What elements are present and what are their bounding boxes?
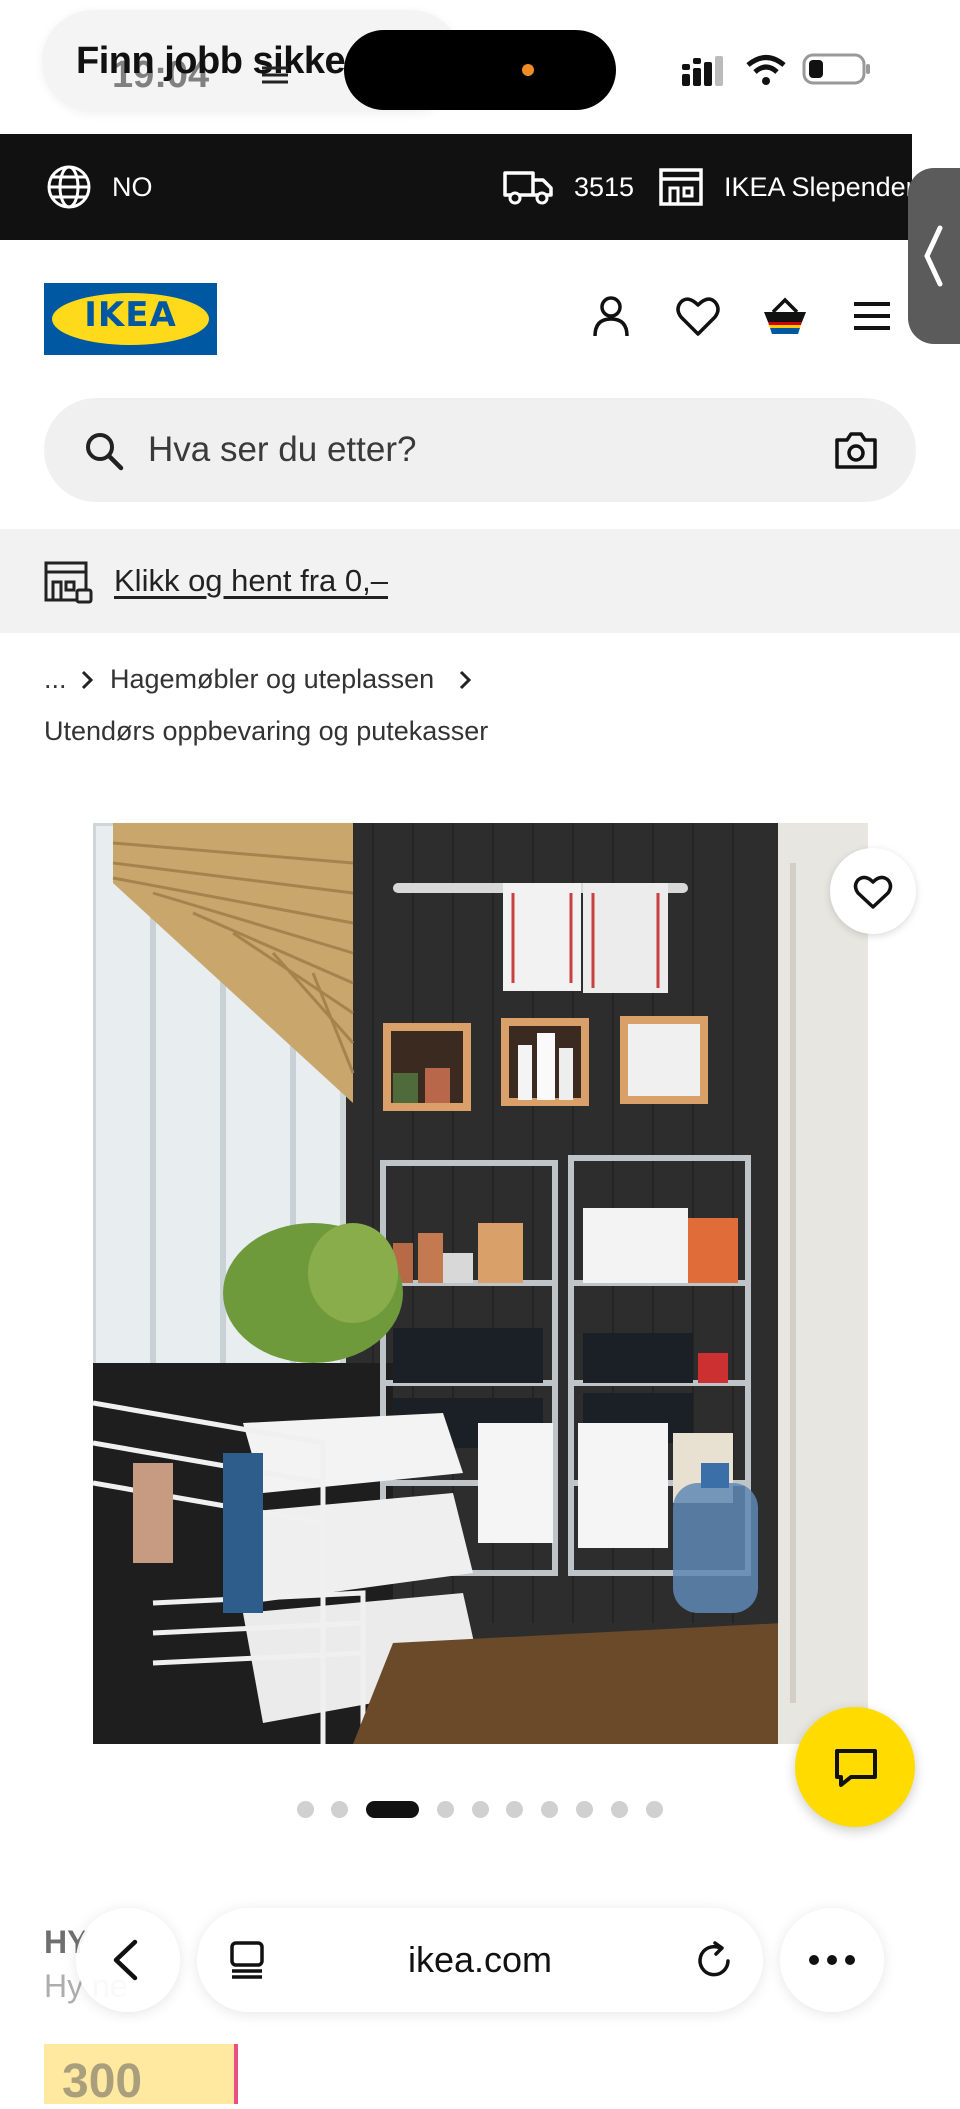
hamburger-menu-icon[interactable] — [848, 292, 896, 340]
carousel-dot[interactable] — [437, 1801, 454, 1818]
chat-bubble-icon — [835, 1749, 877, 1787]
cellular-signal-icon — [682, 56, 723, 86]
browser-back-button[interactable] — [76, 1908, 180, 2012]
carousel-dot-active[interactable] — [366, 1801, 419, 1818]
delivery-truck-icon — [503, 171, 553, 205]
click-collect-store-icon — [44, 561, 93, 604]
carousel-dot[interactable] — [576, 1801, 593, 1818]
carousel-dot[interactable] — [472, 1801, 489, 1818]
chevron-left-icon — [924, 225, 943, 287]
search-bar[interactable]: Hva ser du etter? — [44, 398, 916, 502]
status-bar: 19:04 Finn jobb sikker — [0, 0, 960, 134]
language-label: NO — [112, 171, 153, 202]
ikea-logo[interactable]: IKEA — [44, 283, 217, 355]
postcode-label: 3515 — [574, 171, 635, 202]
menu-lines-icon — [262, 66, 288, 84]
carousel-dot[interactable] — [331, 1801, 348, 1818]
shopping-bag-icon[interactable] — [761, 292, 809, 340]
wifi-icon — [746, 55, 786, 85]
carousel-dot[interactable] — [506, 1801, 523, 1818]
store-label: IKEA Slependen — [724, 171, 921, 202]
battery-icon — [802, 53, 870, 85]
product-image[interactable] — [93, 823, 868, 1744]
dynamic-island — [344, 30, 616, 110]
breadcrumb-ellipsis[interactable]: ... — [44, 664, 67, 695]
top-bar: NO 3515 IKEA Slependen — [0, 134, 921, 240]
side-panel-handle[interactable] — [908, 168, 960, 344]
carousel-pagination — [0, 1798, 960, 1818]
address-bar[interactable]: ikea.com — [197, 1908, 763, 2012]
store-icon — [659, 168, 703, 206]
camera-icon[interactable] — [834, 430, 878, 470]
store-selector[interactable]: IKEA Slependen — [658, 134, 921, 240]
heart-icon — [853, 875, 893, 909]
chevron-right-icon — [81, 670, 94, 690]
search-icon — [86, 433, 124, 471]
carousel-dot[interactable] — [541, 1801, 558, 1818]
price-value: 300 — [62, 2055, 143, 2108]
browser-more-button[interactable] — [780, 1908, 884, 2012]
click-and-collect-link[interactable]: Klikk og hent fra 0,– — [114, 529, 388, 633]
delivery-postcode[interactable]: 3515 — [502, 134, 634, 240]
storage-room-illustration — [93, 823, 868, 1744]
notification-text: Finn jobb sikker — [76, 40, 360, 82]
url-text: ikea.com — [407, 1939, 553, 1980]
globe-icon — [47, 165, 91, 209]
product-price: 300 — [44, 2044, 238, 2108]
chevron-left-icon — [113, 1939, 138, 1981]
carousel-dot[interactable] — [297, 1801, 314, 1818]
chevron-right-icon — [459, 670, 472, 690]
add-to-favourites-button[interactable] — [830, 848, 916, 934]
breadcrumb-current[interactable]: Utendørs oppbevaring og putekasser — [44, 716, 488, 747]
profile-icon[interactable] — [587, 292, 635, 340]
carousel-dot[interactable] — [646, 1801, 663, 1818]
click-and-collect-banner: Klikk og hent fra 0,– — [0, 529, 960, 633]
language-selector[interactable]: NO — [46, 134, 153, 240]
breadcrumb-item-garden[interactable]: Hagemøbler og uteplassen — [110, 664, 434, 695]
favourites-icon[interactable] — [674, 292, 722, 340]
search-input[interactable]: Hva ser du etter? — [148, 398, 416, 502]
carousel-dot[interactable] — [611, 1801, 628, 1818]
reload-icon[interactable] — [695, 1940, 735, 1982]
more-dots-icon — [809, 1955, 855, 1965]
